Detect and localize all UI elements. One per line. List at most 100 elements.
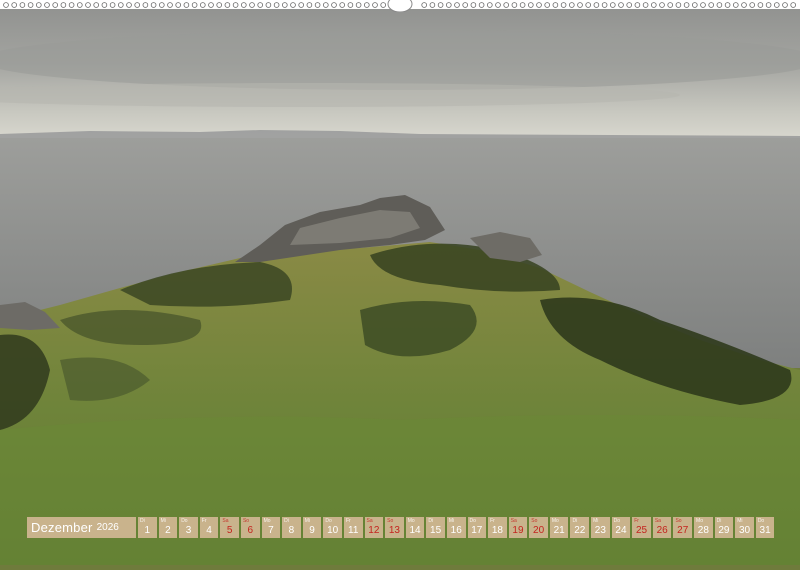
day-number: 31 (759, 525, 771, 536)
binding-ring (200, 2, 206, 8)
weekday-label: Di (716, 518, 722, 524)
day-cell: Mi 23 (591, 517, 610, 538)
binding-ring (732, 2, 739, 8)
binding-ring (429, 2, 436, 8)
day-number: 2 (165, 525, 171, 536)
weekday-label: Mi (304, 518, 311, 524)
day-cell: Fr 11 (343, 517, 363, 538)
binding-ring (585, 2, 591, 8)
binding-ring (577, 2, 583, 8)
day-cell: Mo 14 (405, 517, 425, 538)
weekday-label: Do (325, 518, 332, 524)
binding-ring (224, 2, 231, 8)
binding-ring (511, 2, 518, 8)
day-number: 1 (144, 525, 151, 536)
day-cell: Mi 2 (158, 517, 178, 538)
day-number: 3 (185, 525, 192, 536)
grass-slope (0, 415, 800, 565)
weekday-label: Sa (510, 518, 517, 524)
day-number: 26 (656, 525, 668, 536)
day-number: 5 (226, 525, 233, 536)
weekday-label: Fr (634, 518, 639, 524)
day-number: 15 (430, 525, 442, 536)
binding-ring (749, 2, 755, 8)
binding-ring (568, 2, 575, 8)
binding-ring (281, 2, 288, 8)
binding-ring (183, 2, 190, 8)
day-cell: Sa 26 (652, 517, 672, 538)
day-number: 4 (206, 525, 212, 536)
binding-ring (527, 2, 534, 8)
binding-ring (642, 2, 649, 8)
day-cell: Fr 4 (199, 517, 219, 538)
day-number: 6 (247, 525, 254, 536)
day-number: 30 (738, 525, 751, 536)
day-cell: Di 1 (138, 517, 157, 538)
weekday-label: Mi (160, 518, 166, 524)
binding-ring (273, 2, 280, 8)
day-number: 27 (677, 525, 689, 536)
binding-ring (503, 2, 510, 8)
weekday-label: Sa (222, 518, 229, 524)
weekday-label: Mi (448, 518, 455, 524)
month-year: 2026 (96, 522, 119, 533)
weekday-label: Mo (696, 518, 703, 524)
day-cell: Do 17 (467, 517, 487, 538)
binding-ring (593, 2, 600, 8)
binding-ring (27, 2, 34, 8)
binding-ring (773, 2, 780, 8)
weekday-label: Do (181, 518, 188, 524)
binding-ring (691, 2, 698, 8)
binding-ring (44, 2, 50, 8)
day-cell: Sa 12 (364, 517, 384, 538)
day-cell: Do 31 (755, 517, 775, 538)
binding-ring (478, 2, 485, 8)
weekday-label: Mo (263, 518, 271, 524)
day-number: 24 (615, 525, 627, 536)
day-cell: Di 22 (570, 517, 590, 538)
binding-ring (716, 2, 723, 8)
calendar-strip: Dezember 2026 Di 1 Mi 2 Do 3 Fr 4 Sa 5 So 6 Mo 7 Di 8 Mi… (27, 517, 776, 538)
binding-ring (339, 2, 346, 8)
binding-ring (19, 2, 26, 8)
day-number: 7 (268, 525, 274, 536)
binding-ring (3, 2, 9, 8)
binding-ring (363, 2, 370, 8)
day-number: 13 (388, 525, 400, 536)
binding-ring (724, 2, 731, 8)
binding-ring (634, 2, 641, 8)
weekday-label: So (242, 518, 250, 524)
day-cell: Sa 5 (220, 517, 239, 538)
binding-ring (257, 2, 264, 8)
day-number: 29 (718, 525, 730, 536)
binding-ring (667, 2, 673, 8)
weekday-label: Fr (345, 518, 351, 524)
day-cell: Do 10 (323, 517, 342, 538)
weekday-label: Mi (737, 518, 743, 524)
day-cell: Mo 28 (694, 517, 713, 538)
day-number: 20 (533, 525, 545, 536)
binding-ring (85, 2, 91, 8)
day-number: 19 (512, 525, 524, 536)
weekday-label: Fr (201, 518, 207, 524)
weekday-label: So (531, 518, 538, 524)
binding-ring (249, 2, 255, 8)
binding-ring (470, 2, 477, 8)
binding-ring (495, 2, 501, 8)
binding-ring (109, 2, 116, 8)
wire-binding-icon (0, 0, 800, 12)
binding-ring (372, 2, 378, 8)
weekday-label: Fr (490, 518, 495, 524)
binding-ring (175, 2, 182, 8)
binding-ring (208, 2, 214, 8)
binding-ring (421, 2, 428, 8)
day-cell: Mi 9 (302, 517, 322, 538)
binding-ring (659, 2, 665, 8)
month-name: Dezember (31, 520, 93, 535)
binding-ring (142, 2, 149, 8)
day-cell: Sa 19 (508, 517, 528, 538)
day-cells: Di 1 Mi 2 Do 3 Fr 4 Sa 5 So 6 Mo 7 Di 8 Mi 9 Do 10 Fr 11 Sa 12 S… (138, 517, 776, 538)
binding-ring (232, 2, 239, 8)
binding-ring (790, 2, 796, 8)
binding-ring (68, 2, 75, 8)
